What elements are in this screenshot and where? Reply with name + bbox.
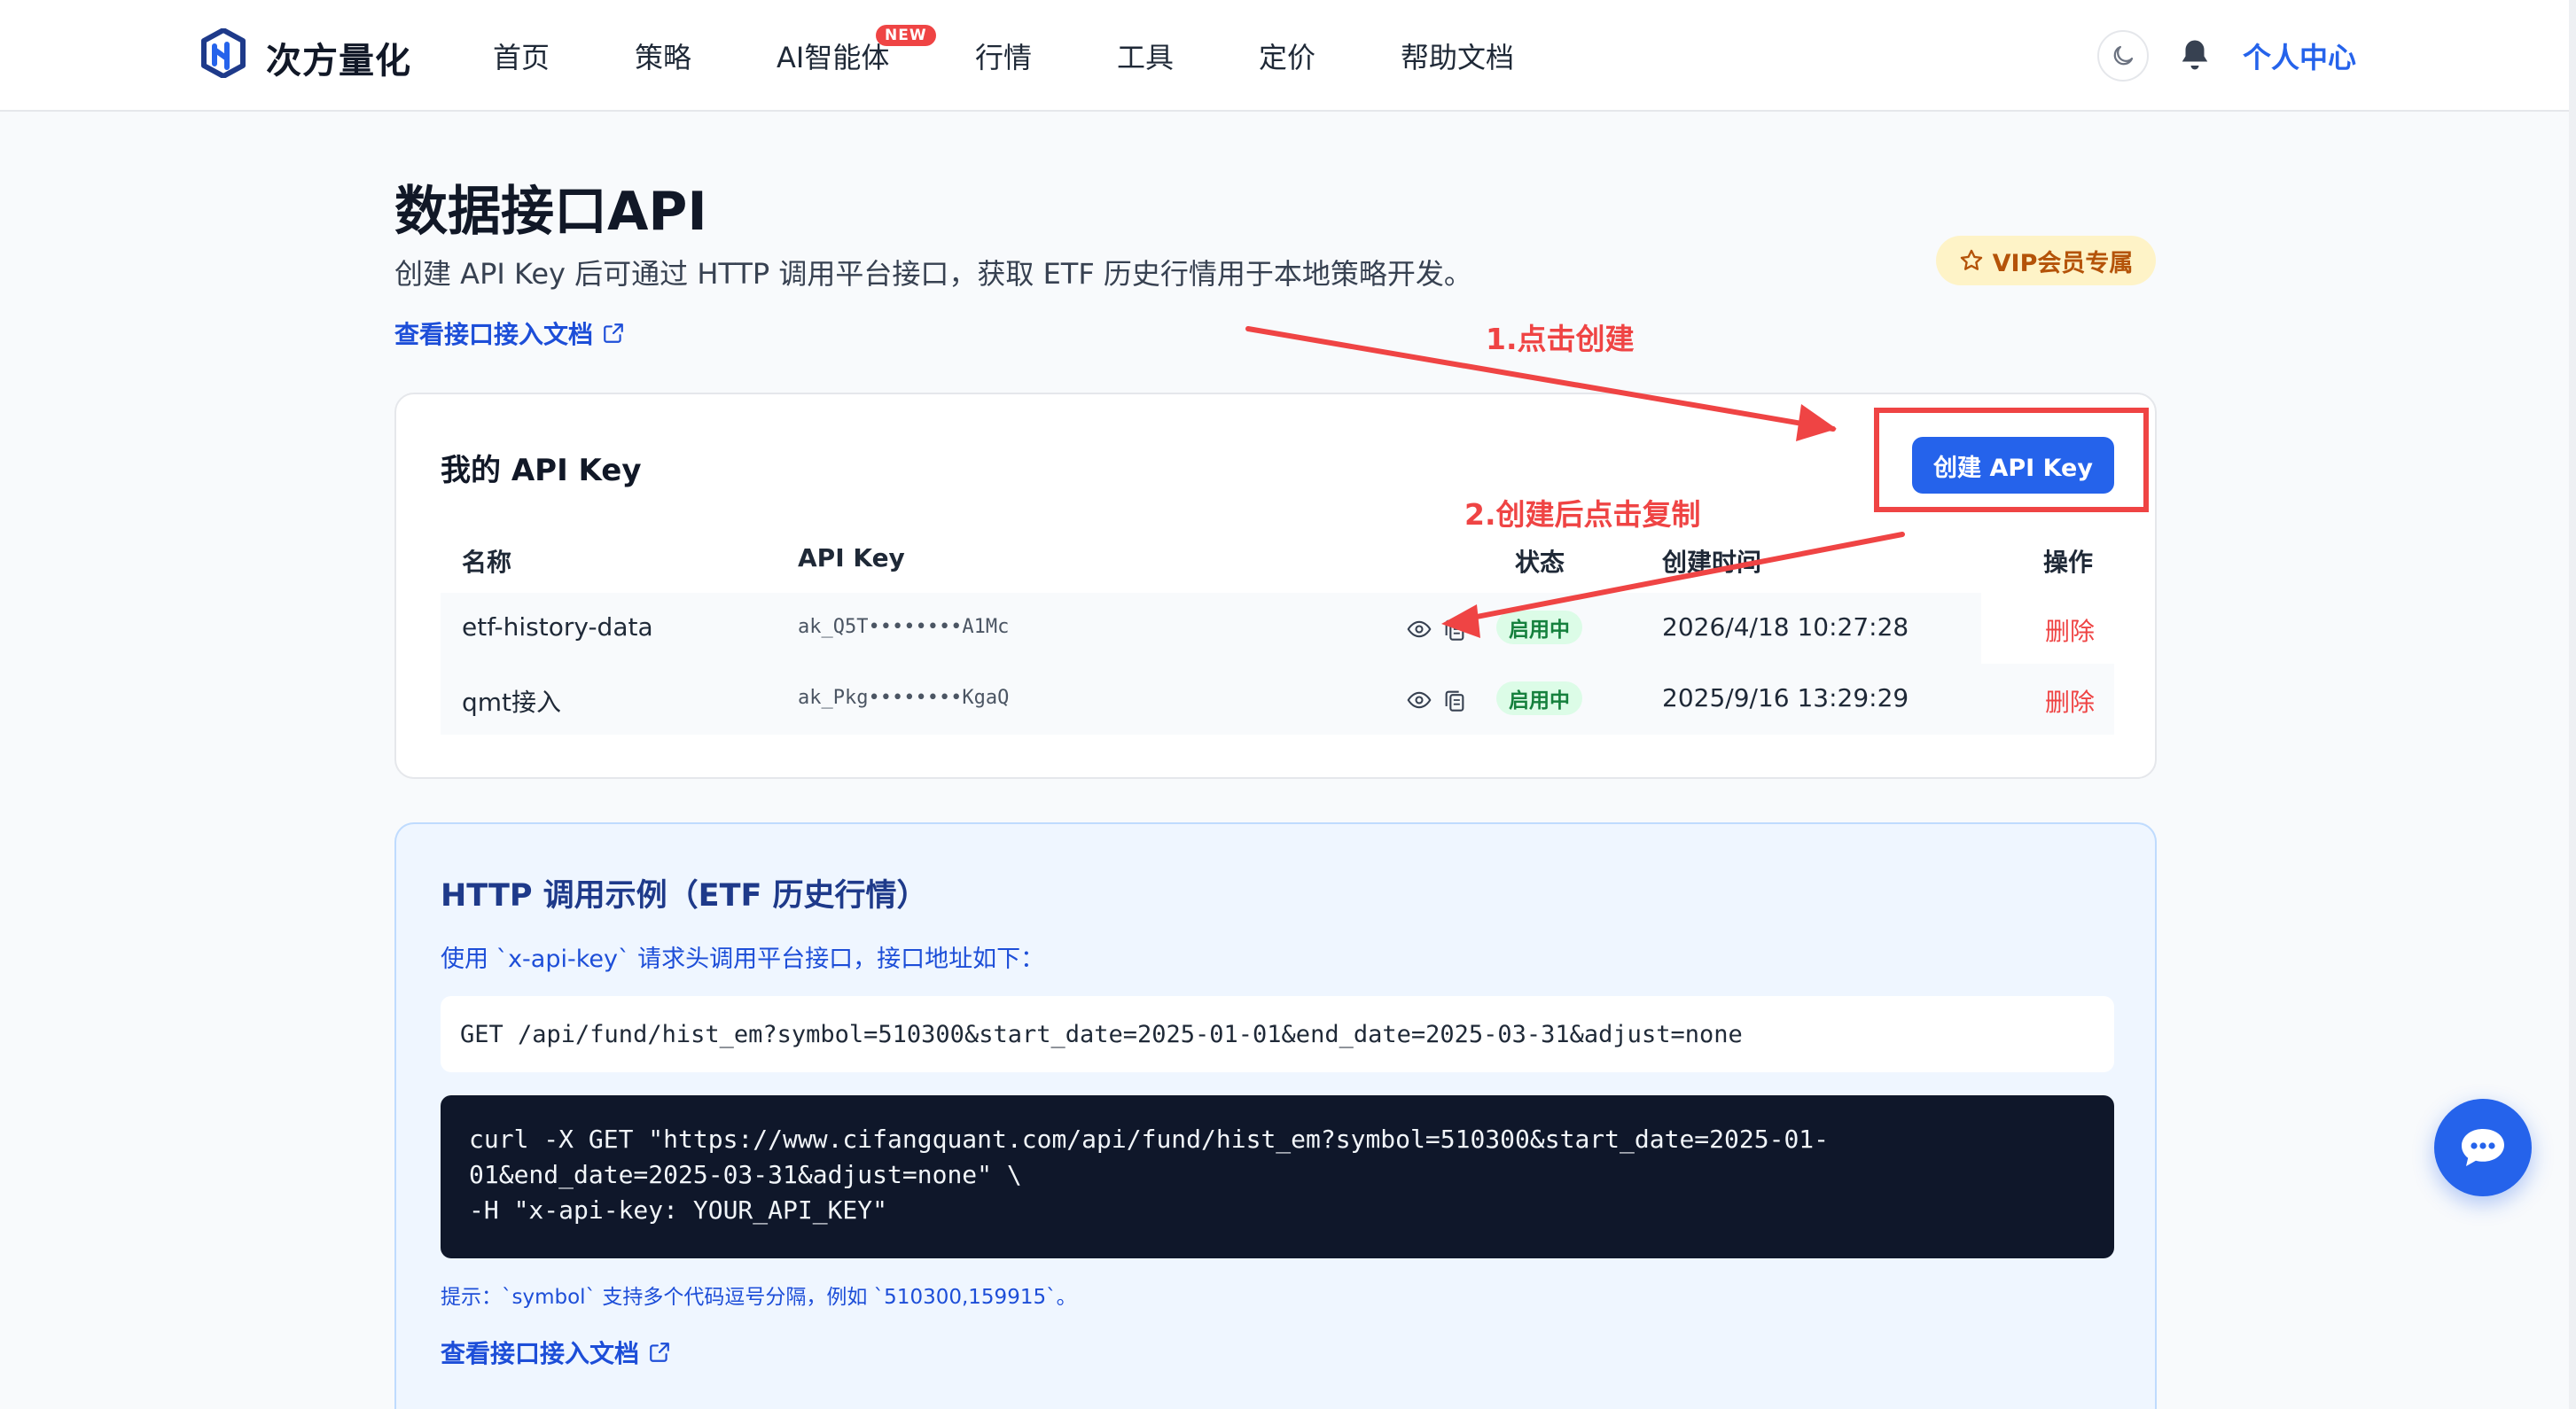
eye-icon[interactable] <box>1405 617 1433 642</box>
copy-icon[interactable] <box>1442 687 1467 713</box>
logo-icon[interactable] <box>200 28 246 78</box>
api-key-card-title: 我的 API Key <box>441 453 642 488</box>
code-line: curl -X GET "https://www.cifangquant.com… <box>469 1125 1830 1154</box>
column-header-api-key: API Key <box>798 543 905 572</box>
delete-link[interactable]: 删除 <box>2045 683 2095 719</box>
column-header-name: 名称 <box>462 548 512 577</box>
star-icon <box>1960 249 1982 270</box>
status-badge: 启用中 <box>1496 611 1582 644</box>
nav-pricing[interactable]: 定价 <box>1259 35 1315 76</box>
doc-link-label: 查看接口接入文档 <box>441 1339 640 1368</box>
http-example-description: 使用 `x-api-key` 请求头调用平台接口，接口地址如下： <box>441 946 1045 973</box>
user-center-link[interactable]: 个人中心 <box>2243 35 2356 76</box>
created-at: 2025/9/16 13:29:29 <box>1662 683 1909 712</box>
code-line: -H "x-api-key: YOUR_API_KEY" <box>469 1195 888 1225</box>
bell-icon[interactable] <box>2179 37 2211 73</box>
nav-ai-agent[interactable]: AI智能体 <box>777 35 889 76</box>
http-example-title: HTTP 调用示例（ETF 历史行情） <box>441 878 928 914</box>
http-example-card: HTTP 调用示例（ETF 历史行情） 使用 `x-api-key` 请求头调用… <box>394 822 2157 1409</box>
new-badge: NEW <box>876 25 936 46</box>
delete-link[interactable]: 删除 <box>2045 612 2095 648</box>
code-line: 01&end_date=2025-03-31&adjust=none" \ <box>469 1160 1022 1189</box>
chat-button[interactable] <box>2434 1099 2532 1196</box>
eye-icon[interactable] <box>1405 688 1433 712</box>
key-actions <box>1405 687 1467 713</box>
hint-text: 提示：`symbol` 支持多个代码逗号分隔，例如 `510300,159915… <box>441 1286 1077 1309</box>
column-header-status: 状态 <box>1515 548 1565 577</box>
external-link-icon <box>604 323 623 343</box>
theme-toggle-button[interactable] <box>2097 30 2149 82</box>
nav-market[interactable]: 行情 <box>975 35 1032 76</box>
annotation-step1: 1.点击创建 <box>1486 322 1635 356</box>
external-link-icon <box>650 1343 669 1362</box>
api-key-masked: ak_Pkg••••••••KgaQ <box>798 687 1010 709</box>
page-title: 数据接口API <box>394 181 707 243</box>
doc-link-label: 查看接口接入文档 <box>394 320 594 349</box>
copy-icon[interactable] <box>1442 616 1467 642</box>
moon-icon <box>2113 45 2134 66</box>
table-row: qmt接入 ak_Pkg••••••••KgaQ 启用中 2025/9/16 1… <box>441 664 2114 735</box>
page-scrollbar[interactable] <box>2569 0 2576 1409</box>
top-navbar: 次方量化 首页 策略 AI智能体 NEW 行情 工具 定价 帮助文档 个人中心 <box>0 0 2576 112</box>
logo-text[interactable]: 次方量化 <box>266 32 411 83</box>
key-actions <box>1405 616 1467 642</box>
created-at: 2026/4/18 10:27:28 <box>1662 612 1909 642</box>
nav-strategy[interactable]: 策略 <box>635 35 691 76</box>
nav-help-docs[interactable]: 帮助文档 <box>1401 35 1514 76</box>
doc-link[interactable]: 查看接口接入文档 <box>394 315 625 351</box>
column-header-actions: 操作 <box>2043 548 2094 577</box>
nav-home[interactable]: 首页 <box>493 35 550 76</box>
table-row: etf-history-data ak_Q5T••••••••A1Mc 启用中 … <box>441 593 2114 664</box>
endpoint-url[interactable]: GET /api/fund/hist_em?symbol=510300&star… <box>441 996 2114 1072</box>
chat-bubble-icon <box>2462 1129 2504 1166</box>
api-key-masked: ak_Q5T••••••••A1Mc <box>798 616 1010 638</box>
nav-tools[interactable]: 工具 <box>1117 35 1174 76</box>
curl-code-block[interactable]: curl -X GET "https://www.cifangquant.com… <box>441 1095 2114 1258</box>
annotation-step2: 2.创建后点击复制 <box>1464 497 1701 532</box>
vip-badge-label: VIP会员专属 <box>1992 249 2134 277</box>
page-description: 创建 API Key 后可通过 HTTP 调用平台接口，获取 ETF 历史行情用… <box>394 257 1472 291</box>
status-badge: 启用中 <box>1496 681 1582 715</box>
column-header-created-at: 创建时间 <box>1662 548 1762 577</box>
api-key-name: etf-history-data <box>462 612 653 642</box>
annotation-highlight-box <box>1874 408 2149 512</box>
doc-link-bottom[interactable]: 查看接口接入文档 <box>441 1335 671 1370</box>
vip-badge: VIP会员专属 <box>1936 236 2156 285</box>
api-key-name: qmt接入 <box>462 688 562 717</box>
